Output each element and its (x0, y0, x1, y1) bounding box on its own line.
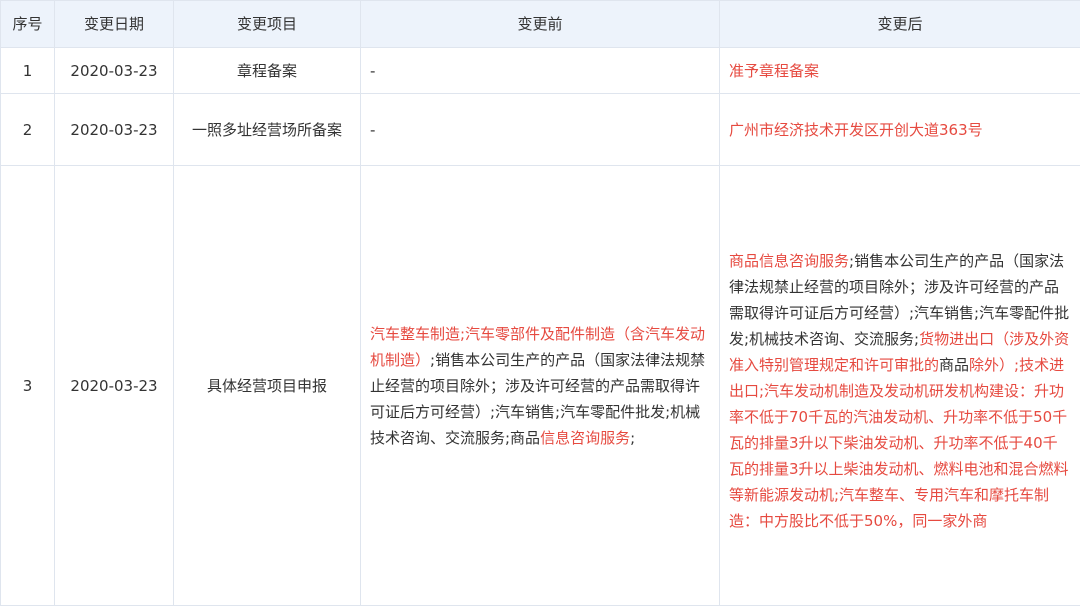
before-highlight-info-service: 信息咨询服务 (540, 429, 630, 447)
row-after: 广州市经济技术开发区开创大道363号 (720, 94, 1080, 166)
after-highlight-engine-manufacturing: 除外）;技术进出口;汽车发动机制造及发动机研发机构建设：升功率不低于70千瓦的汽… (729, 356, 1069, 530)
row-index: 2 (1, 94, 55, 166)
row-date: 2020-03-23 (55, 48, 174, 94)
row-index: 1 (1, 48, 55, 94)
row-item: 章程备案 (174, 48, 361, 94)
row-before: - (361, 94, 720, 166)
row-date: 2020-03-23 (55, 166, 174, 606)
table-row: 2 2020-03-23 一照多址经营场所备案 - 广州市经济技术开发区开创大道… (1, 94, 1080, 166)
row-index: 3 (1, 166, 55, 606)
header-index: 序号 (1, 1, 55, 48)
row-item: 一照多址经营场所备案 (174, 94, 361, 166)
row-after: 商品信息咨询服务;销售本公司生产的产品（国家法律法规禁止经营的项目除外；涉及许可… (720, 166, 1080, 606)
after-highlight-info-service: 商品信息咨询服务 (729, 252, 849, 270)
change-record-table: 序号 变更日期 变更项目 变更前 变更后 1 2020-03-23 章程备案 -… (0, 0, 1080, 606)
table-header-row: 序号 变更日期 变更项目 变更前 变更后 (1, 1, 1080, 48)
header-before-change: 变更前 (361, 1, 720, 48)
table-row: 1 2020-03-23 章程备案 - 准予章程备案 (1, 48, 1080, 94)
row-item: 具体经营项目申报 (174, 166, 361, 606)
after-text-block: 商品信息咨询服务;销售本公司生产的产品（国家法律法规禁止经营的项目除外；涉及许可… (729, 248, 1072, 534)
after-text-goods: 商品 (939, 356, 969, 374)
table-row: 3 2020-03-23 具体经营项目申报 汽车整车制造;汽车零部件及配件制造（… (1, 166, 1080, 606)
before-text-end: ; (630, 429, 635, 447)
header-after-change: 变更后 (720, 1, 1080, 48)
header-change-item: 变更项目 (174, 1, 361, 48)
row-date: 2020-03-23 (55, 94, 174, 166)
row-after: 准予章程备案 (720, 48, 1080, 94)
header-change-date: 变更日期 (55, 1, 174, 48)
row-before: 汽车整车制造;汽车零部件及配件制造（含汽车发动机制造）;销售本公司生产的产品（国… (361, 166, 720, 606)
row-before: - (361, 48, 720, 94)
